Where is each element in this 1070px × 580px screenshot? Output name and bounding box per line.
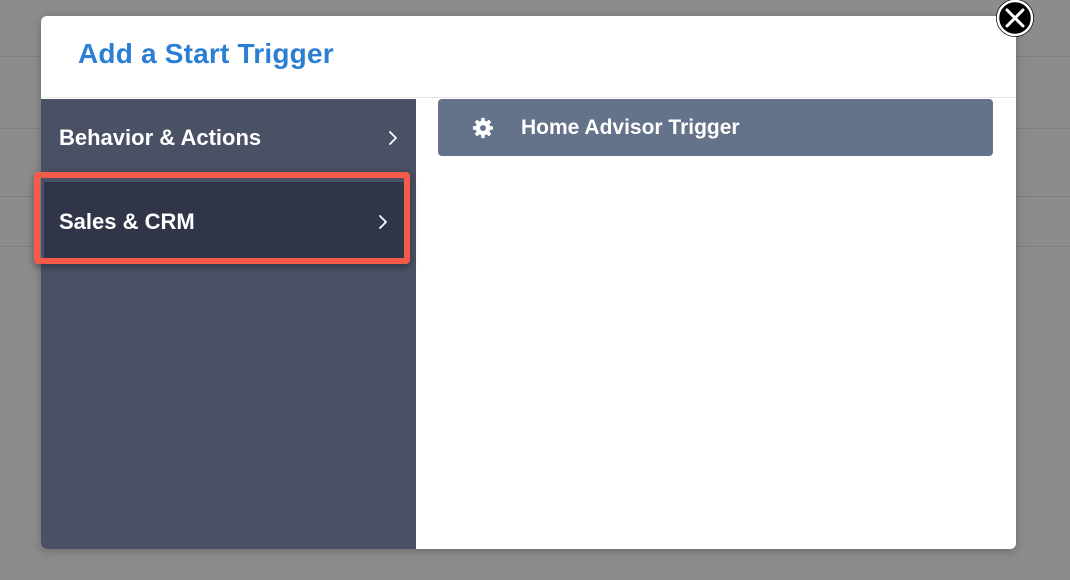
chevron-right-icon bbox=[389, 131, 397, 145]
modal-header: Add a Start Trigger bbox=[41, 16, 1016, 98]
trigger-label: Home Advisor Trigger bbox=[521, 115, 740, 139]
close-icon bbox=[996, 0, 1034, 37]
chevron-right-icon bbox=[379, 215, 387, 229]
start-trigger-modal: Add a Start Trigger Behavior & Actions S… bbox=[41, 16, 1016, 549]
sidebar-item-label: Behavior & Actions bbox=[59, 125, 262, 150]
gear-icon bbox=[472, 117, 494, 139]
sidebar-item-behavior-actions[interactable]: Behavior & Actions bbox=[41, 99, 416, 177]
trigger-list: Home Advisor Trigger bbox=[416, 99, 1016, 549]
trigger-category-sidebar: Behavior & Actions Sales & CRM bbox=[41, 99, 416, 549]
trigger-item-home-advisor[interactable]: Home Advisor Trigger bbox=[438, 99, 993, 156]
sidebar-item-sales-crm[interactable]: Sales & CRM bbox=[44, 182, 406, 262]
modal-title: Add a Start Trigger bbox=[78, 38, 334, 69]
sidebar-item-label: Sales & CRM bbox=[59, 209, 195, 234]
close-modal-button[interactable] bbox=[992, 0, 1038, 38]
